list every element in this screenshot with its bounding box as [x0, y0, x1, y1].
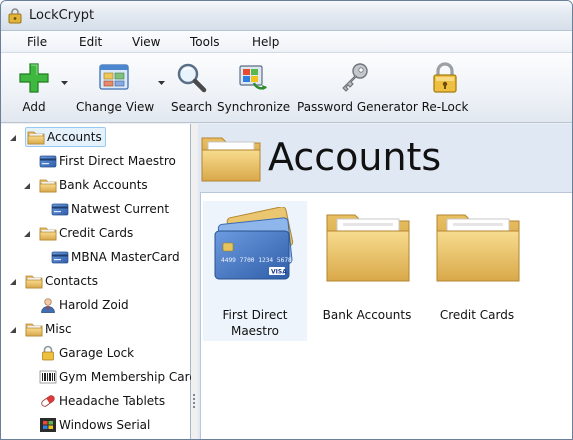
tree-item-label: Credit Cards	[59, 226, 134, 240]
tree-item-label: Gym Membership Card	[59, 370, 197, 384]
search-button[interactable]: Search	[171, 59, 213, 119]
pill-icon	[41, 395, 55, 407]
item-bank-accounts[interactable]: Bank Accounts	[315, 201, 419, 341]
tree-item-harold-zoid[interactable]: Harold Zoid	[39, 295, 129, 315]
change-view-label: Change View	[76, 100, 155, 114]
splitter-grip	[193, 406, 195, 408]
window-title: LockCrypt	[29, 8, 95, 23]
tree-item-natwest-current[interactable]: Natwest Current	[51, 199, 169, 219]
tree-item-label: Garage Lock	[59, 346, 135, 360]
app-window: LockCrypt File Edit View Tools Help Add	[0, 0, 573, 440]
search-icon	[177, 63, 207, 93]
search-label: Search	[171, 100, 213, 114]
folder-icon	[326, 214, 410, 282]
folder-icon	[436, 214, 520, 282]
change-view-dropdown-arrow-icon[interactable]	[157, 79, 166, 87]
synchronize-icon	[239, 65, 267, 90]
folder-icon	[25, 321, 43, 337]
tree-item-label: First Direct Maestro	[59, 154, 176, 168]
change-view-button[interactable]: Change View	[76, 59, 155, 119]
key-icon	[342, 63, 368, 92]
menu-view[interactable]: View	[132, 35, 160, 49]
title-bar[interactable]: LockCrypt	[1, 1, 572, 31]
splitter-grip	[193, 398, 195, 400]
menu-file[interactable]: File	[27, 35, 47, 49]
barcode-icon	[39, 370, 57, 384]
tree-item-label: Windows Serial	[59, 418, 151, 432]
add-dropdown-arrow-icon[interactable]	[60, 79, 69, 87]
add-button[interactable]: Add	[13, 59, 55, 119]
card-icon	[51, 201, 69, 217]
windows-icon	[40, 418, 56, 432]
tree-item-label: Harold Zoid	[59, 298, 129, 312]
tree-view: Accounts First Direct Maestro Bank Accou…	[1, 124, 197, 439]
tree-item-label: Misc	[45, 322, 72, 336]
collapse-misc-icon[interactable]	[9, 326, 17, 334]
card-icon: 4499 7700 1234 5678 VISA	[214, 207, 294, 280]
tree-item-windows-serial[interactable]: Windows Serial	[39, 415, 150, 435]
item-caption-line-1: First Direct	[222, 308, 288, 322]
tree-item-label: Contacts	[45, 274, 98, 288]
pane-splitter[interactable]	[191, 124, 198, 439]
password-generator-button[interactable]: Password Generator	[297, 59, 418, 119]
card-brand-text: VISA	[271, 269, 287, 276]
padlock-icon	[42, 345, 54, 361]
card-icon	[51, 249, 69, 265]
padlock-icon	[433, 62, 457, 93]
change-view-icon	[99, 64, 129, 90]
menu-help[interactable]: Help	[252, 35, 279, 49]
card-icon	[39, 153, 57, 169]
password-generator-label: Password Generator	[297, 100, 418, 114]
tree-item-label: MBNA MasterCard	[71, 250, 180, 264]
tree-item-headache-tablets[interactable]: Headache Tablets	[39, 391, 165, 411]
relock-button[interactable]: Re-Lock	[419, 59, 471, 119]
item-caption: Bank Accounts	[322, 308, 412, 322]
collapse-credit-cards-icon[interactable]	[23, 230, 31, 238]
items-panel: 4499 7700 1234 5678 VISA First Direct Ma…	[200, 192, 572, 439]
add-icon	[19, 63, 49, 93]
tree-item-label: Bank Accounts	[59, 178, 148, 192]
tree-item-garage-lock[interactable]: Garage Lock	[39, 343, 134, 363]
collapse-contacts-icon[interactable]	[9, 278, 17, 286]
tree-item-label: Natwest Current	[71, 202, 170, 216]
folder-icon	[39, 225, 57, 241]
page-title: Accounts	[268, 135, 442, 179]
toolbar: Add Change View Search Synchronize Passw…	[1, 53, 572, 123]
tree-item-contacts[interactable]: Contacts	[25, 271, 98, 291]
tree-item-credit-cards[interactable]: Credit Cards	[39, 223, 133, 243]
menu-edit[interactable]: Edit	[79, 35, 102, 49]
folder-icon	[25, 273, 43, 289]
menu-bar: File Edit View Tools Help	[1, 31, 572, 53]
tree-item-misc[interactable]: Misc	[25, 319, 72, 339]
item-caption: Credit Cards	[439, 308, 515, 322]
folder-icon	[27, 129, 45, 145]
splitter-grip	[193, 394, 195, 396]
tree-item-gym-membership-card[interactable]: Gym Membership Card	[39, 367, 197, 387]
splitter-grip	[193, 402, 195, 404]
menu-tools[interactable]: Tools	[190, 35, 220, 49]
tree-item-bank-accounts[interactable]: Bank Accounts	[39, 175, 148, 195]
synchronize-label: Synchronize	[217, 100, 291, 114]
person-icon	[41, 298, 55, 313]
card-number-text: 4499 7700 1234 5678	[221, 257, 292, 264]
collapse-accounts-icon[interactable]	[9, 134, 17, 142]
folder-icon	[201, 137, 261, 182]
item-caption: First Direct Maestro	[203, 307, 307, 339]
tree-item-accounts[interactable]: Accounts	[25, 127, 106, 147]
app-icon	[8, 8, 22, 24]
tree-item-label: Headache Tablets	[59, 394, 166, 408]
folder-icon	[39, 177, 57, 193]
tree-item-first-direct-maestro[interactable]: First Direct Maestro	[39, 151, 176, 171]
content-pane: Accounts 4499 7700 1234 5678 VISA First …	[198, 124, 572, 439]
item-caption-line-2: Maestro	[230, 324, 280, 338]
tree-item-mbna-mastercard[interactable]: MBNA MasterCard	[51, 247, 180, 267]
synchronize-button[interactable]: Synchronize	[217, 59, 291, 119]
item-first-direct-maestro[interactable]: 4499 7700 1234 5678 VISA First Direct Ma…	[203, 201, 307, 341]
tree-item-label: Accounts	[47, 130, 102, 144]
add-label: Add	[22, 100, 46, 114]
item-credit-cards[interactable]: Credit Cards	[425, 201, 529, 341]
relock-label: Re-Lock	[421, 100, 469, 114]
collapse-bank-accounts-icon[interactable]	[23, 182, 31, 190]
